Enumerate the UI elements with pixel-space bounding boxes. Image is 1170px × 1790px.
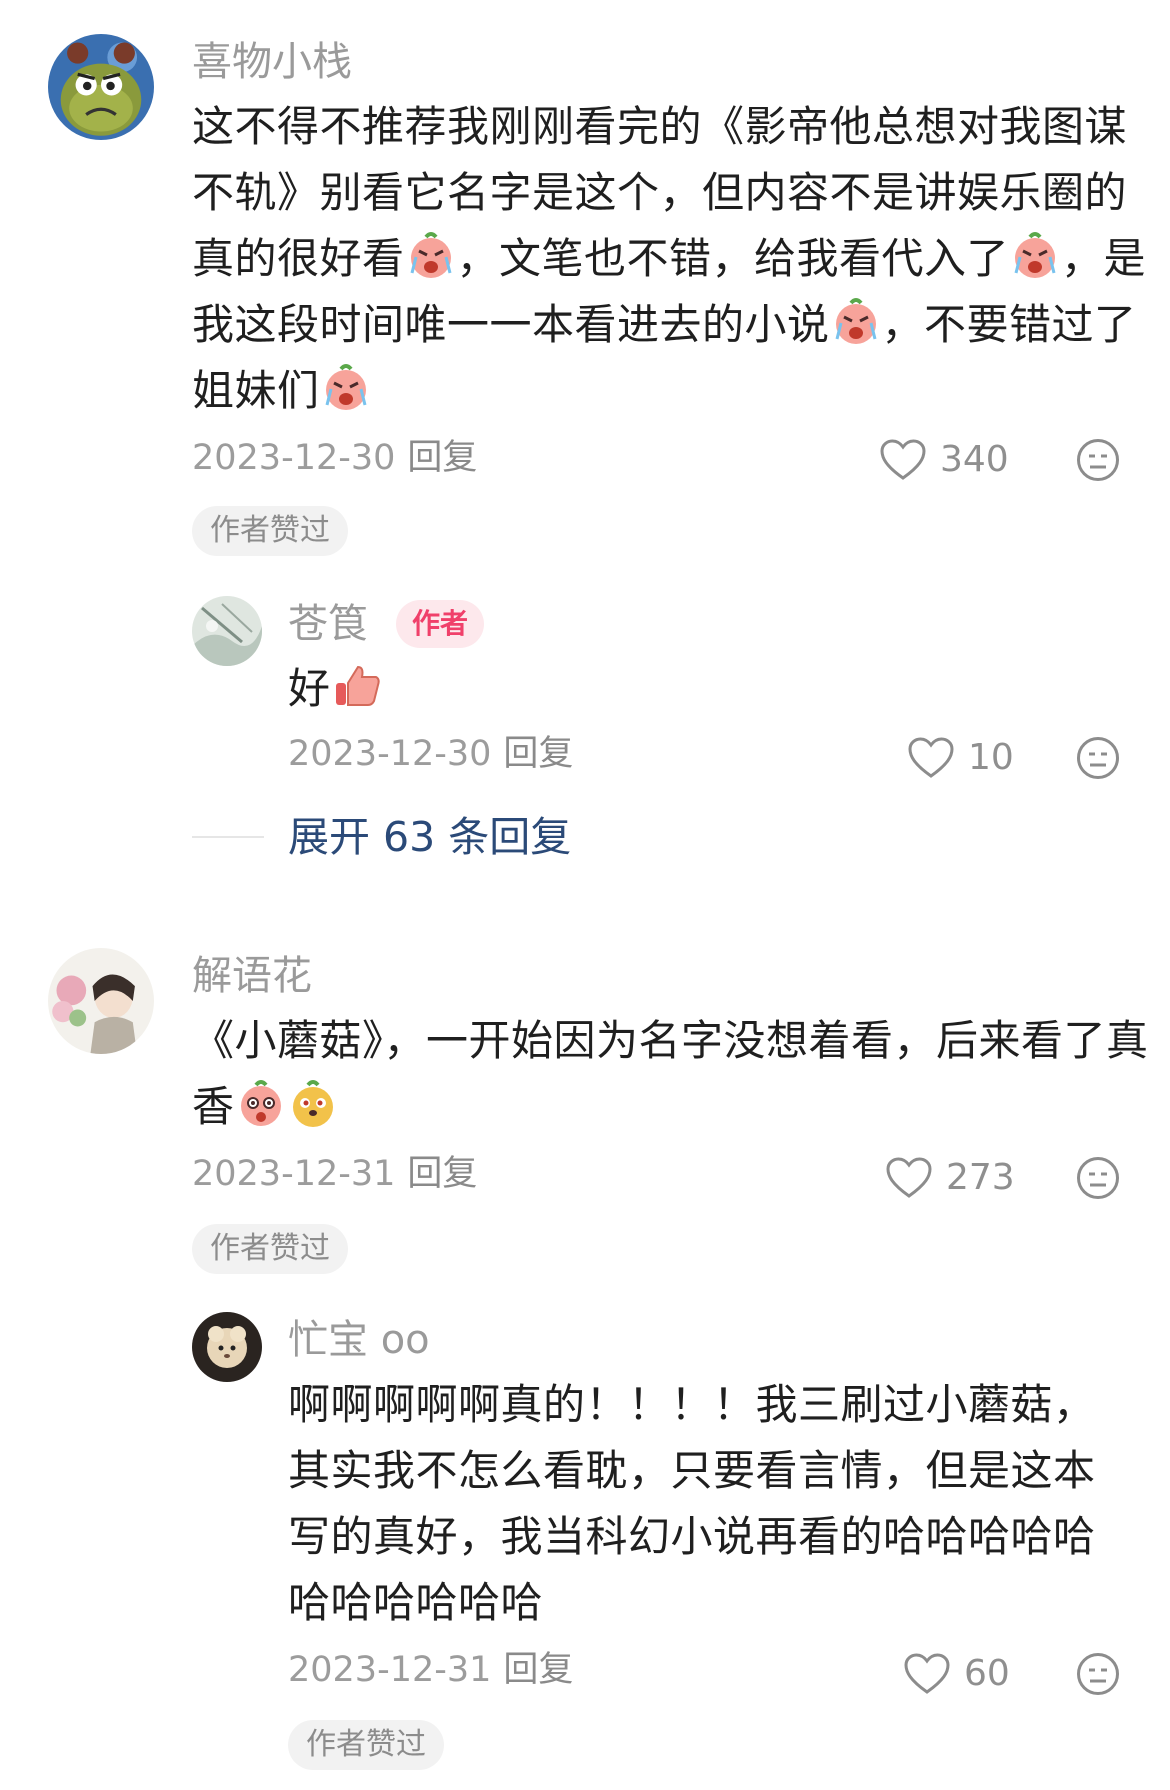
like-count: 60 [964, 1653, 1010, 1694]
crying-emoji-icon [321, 363, 371, 413]
username[interactable]: 解语花 [192, 952, 312, 1000]
comment-date: 2023-12-30 [192, 438, 396, 478]
comment-text: 《小蘑菇》，一开始因为名字没想着看，后来看了真香 [192, 1008, 1152, 1140]
thumbs-up-emoji-icon [332, 661, 382, 711]
like-button[interactable]: 340 [880, 438, 1009, 482]
avatar-cang[interactable] [192, 596, 262, 666]
comment-date: 2023-12-31 [192, 1154, 396, 1194]
crying-emoji-icon [831, 297, 881, 347]
surprised-emoji-icon [236, 1079, 286, 1129]
author-tag: 作者 [396, 600, 485, 648]
avatar-mangbao[interactable] [192, 1312, 262, 1382]
like-count: 340 [940, 439, 1009, 480]
comment-text: 好 [288, 656, 888, 722]
doge-emoji-icon [288, 1079, 338, 1129]
reply-button[interactable]: 回复 [407, 438, 477, 478]
username[interactable]: 忙宝 oo [288, 1316, 430, 1364]
comment-meta: 2023-12-31 回复 [288, 1648, 573, 1692]
dislike-face-icon[interactable] [1076, 438, 1120, 482]
avatar-jieyu[interactable] [48, 948, 154, 1054]
like-count: 273 [946, 1157, 1015, 1198]
author-liked-badge: 作者赞过 [288, 1720, 444, 1770]
avatar-xiwu[interactable] [48, 34, 154, 140]
author-liked-badge: 作者赞过 [192, 506, 348, 556]
expand-replies-button[interactable]: 展开 63 条回复 [288, 812, 571, 862]
reply-button[interactable]: 回复 [503, 1650, 573, 1690]
heart-icon [908, 737, 954, 778]
reply-button[interactable]: 回复 [503, 734, 573, 774]
comment-date: 2023-12-31 [288, 1650, 492, 1690]
comment-meta: 2023-12-30 回复 [192, 436, 477, 480]
dislike-face-icon[interactable] [1076, 1156, 1120, 1200]
divider [192, 836, 264, 838]
like-count: 10 [968, 737, 1014, 778]
comment-text-segment: 啊啊啊啊啊真的！！！！我三刷过小蘑菇，其实我不怎么看耽，只要看言情，但是这本写的… [288, 1380, 1096, 1627]
heart-icon [904, 1653, 950, 1694]
comment-meta: 2023-12-30 回复 [288, 732, 573, 776]
like-button[interactable]: 10 [908, 736, 1014, 780]
heart-icon [880, 439, 926, 480]
comment-text-segment: 好 [288, 664, 331, 713]
like-button[interactable]: 273 [886, 1156, 1015, 1200]
heart-icon [886, 1157, 932, 1198]
username[interactable]: 苍筤 [288, 600, 368, 648]
comment-meta: 2023-12-31 回复 [192, 1152, 477, 1196]
crying-emoji-icon [1010, 231, 1060, 281]
dislike-face-icon[interactable] [1076, 736, 1120, 780]
comment-text-segment: ，文笔也不错，给我看代入了 [456, 234, 1010, 283]
like-button[interactable]: 60 [904, 1652, 1010, 1696]
comment-text: 这不得不推荐我刚刚看完的《影帝他总想对我图谋不轨》别看它名字是这个，但内容不是讲… [192, 94, 1152, 424]
crying-emoji-icon [406, 231, 456, 281]
comment-date: 2023-12-30 [288, 734, 492, 774]
dislike-face-icon[interactable] [1076, 1652, 1120, 1696]
author-liked-badge: 作者赞过 [192, 1224, 348, 1274]
reply-button[interactable]: 回复 [407, 1154, 477, 1194]
username[interactable]: 喜物小栈 [192, 38, 352, 86]
comment-text: 啊啊啊啊啊真的！！！！我三刷过小蘑菇，其实我不怎么看耽，只要看言情，但是这本写的… [288, 1372, 1136, 1636]
